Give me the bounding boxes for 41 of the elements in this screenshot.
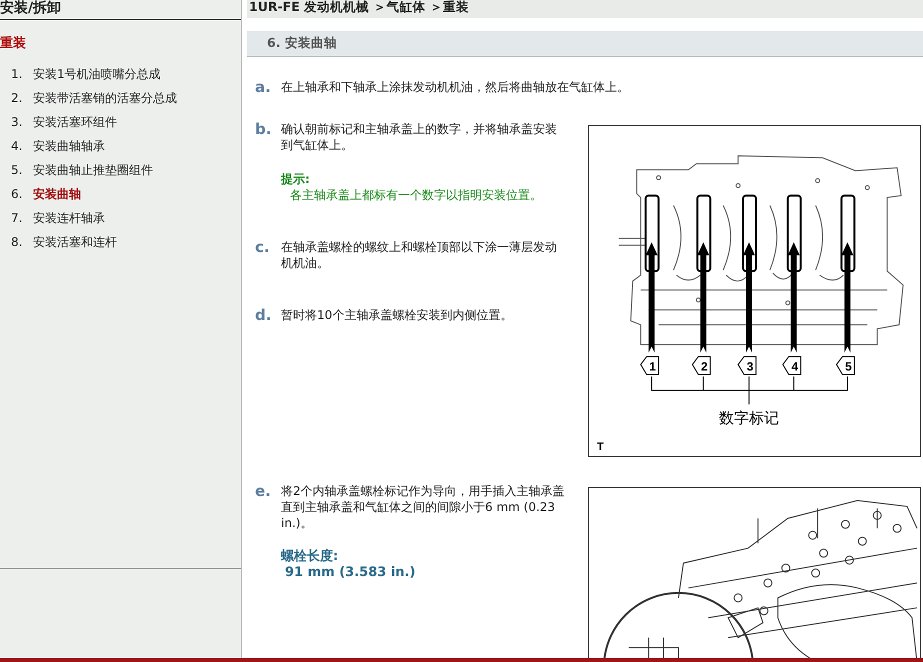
hint-text: 各主轴承盖上都标有一个数字以指明安装位置。 xyxy=(289,187,543,203)
sidebar-link[interactable]: 安装曲轴止推垫圈组件 xyxy=(33,162,153,178)
number-tag: 1 xyxy=(640,356,660,375)
step-text: 在轴承盖螺栓的螺纹上和螺栓顶部以下涂一薄层发动机机油。 xyxy=(281,239,558,271)
hint-label: 提示: xyxy=(281,171,311,187)
step-text: 确认朝前标记和主轴承盖上的数字，并将轴承盖安装到气缸体上。 xyxy=(281,121,558,153)
spec-label: 螺栓长度: xyxy=(281,549,340,565)
sidebar-link[interactable]: 安装活塞和连杆 xyxy=(33,234,117,250)
step-letter: e. xyxy=(255,483,272,502)
item-number: 5. xyxy=(10,163,24,177)
item-number: 2. xyxy=(10,91,24,105)
item-number: 3. xyxy=(10,115,24,129)
step-letter: d. xyxy=(255,307,272,323)
sidebar-title: 安装/拆卸 xyxy=(0,0,241,20)
sidebar-link[interactable]: 安装活塞环组件 xyxy=(33,114,117,130)
sidebar-link[interactable]: 安装曲轴轴承 xyxy=(33,138,105,154)
sidebar-link[interactable]: 安装曲轴 xyxy=(33,186,81,202)
item-number: 4. xyxy=(10,139,24,153)
breadcrumb: 1UR-FE 发动机机械 ＞气缸体 ＞重装 xyxy=(247,0,923,18)
item-number: 1. xyxy=(10,67,24,81)
sidebar-link[interactable]: 安装连杆轴承 xyxy=(33,210,105,226)
item-number: 8. xyxy=(10,235,24,249)
step-letter: c. xyxy=(255,239,271,258)
step-letter: b. xyxy=(255,121,272,140)
item-number: 7. xyxy=(10,211,24,225)
step-text: 暂时将10个主轴承盖螺栓安装到内侧位置。 xyxy=(281,307,512,323)
sidebar-link[interactable]: 安装带活塞销的活塞分总成 xyxy=(33,90,177,106)
number-tag: 5 xyxy=(836,356,855,375)
number-tag: 2 xyxy=(692,356,711,375)
item-number: 6. xyxy=(10,187,24,201)
step-letter: a. xyxy=(255,79,272,95)
step-text: 将2个内轴承盖螺栓标记作为导向，用手插入主轴承盖直到主轴承盖和气缸体之间的间隙小于6 mm (0.23 in.)。 xyxy=(281,483,566,531)
figure-code: T xyxy=(596,441,604,454)
step-text: 在上轴承和下轴承上涂抹发动机机油，然后将曲轴放在气缸体上。 xyxy=(281,79,629,95)
number-tag: 4 xyxy=(782,356,802,375)
section-title: 重装 xyxy=(0,36,27,52)
figure-caption: 数字标记 xyxy=(719,409,780,428)
number-tag: 3 xyxy=(738,356,756,375)
section-heading: 6. 安装曲轴 xyxy=(247,31,923,57)
sidebar-link[interactable]: 安装1号机油喷嘴分总成 xyxy=(33,66,161,82)
spec-value: 91 mm (3.583 in.) xyxy=(284,565,416,581)
